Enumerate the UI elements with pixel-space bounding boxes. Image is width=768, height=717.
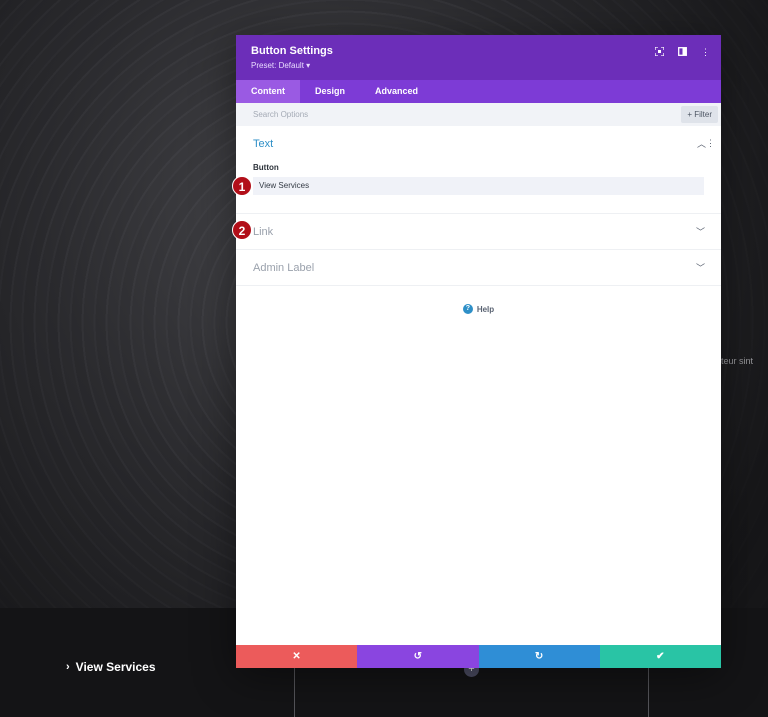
- section-link-header[interactable]: Link ﹀: [236, 214, 721, 249]
- fullscreen-icon[interactable]: [654, 46, 665, 58]
- tab-design[interactable]: Design: [300, 80, 360, 103]
- section-text-header[interactable]: Text ︿ ⋮: [236, 126, 721, 161]
- tab-bar: Content Design Advanced: [236, 80, 721, 103]
- section-link: Link ﹀: [236, 214, 721, 250]
- chevron-up-icon[interactable]: ︿: [697, 137, 706, 150]
- background-body-text: pteur sint: [716, 356, 754, 366]
- more-options-icon[interactable]: ⋮: [700, 47, 711, 58]
- chevron-right-icon: ›: [66, 661, 70, 673]
- section-text: Text ︿ ⋮ Button View Services: [236, 126, 721, 214]
- button-settings-modal: Button Settings Preset: Default ▾ ⋮ Cont…: [236, 35, 721, 668]
- section-admin-label: Admin Label ﹀: [236, 250, 721, 286]
- modal-header: Button Settings Preset: Default ▾ ⋮: [236, 35, 721, 80]
- checkmark-icon: ✔: [656, 651, 665, 662]
- help-icon: ?: [462, 304, 473, 314]
- view-services-link[interactable]: › View Services: [66, 660, 156, 674]
- section-admin-title: Admin Label: [253, 261, 315, 274]
- modal-title: Button Settings: [251, 45, 333, 57]
- search-input[interactable]: Search Options: [253, 110, 308, 119]
- cancel-button[interactable]: ✕: [236, 645, 358, 668]
- redo-button[interactable]: ↻: [478, 645, 600, 668]
- filter-button[interactable]: + Filter: [681, 106, 718, 123]
- save-button[interactable]: ✔: [599, 645, 721, 668]
- preset-selector[interactable]: Preset: Default ▾: [251, 61, 706, 70]
- tab-content[interactable]: Content: [236, 80, 300, 103]
- step-marker-2: 2: [232, 220, 252, 240]
- divider-line: [648, 668, 649, 717]
- chevron-down-icon[interactable]: ﹀: [696, 261, 705, 274]
- undo-icon: ↺: [413, 651, 423, 662]
- undo-button[interactable]: ↺: [357, 645, 479, 668]
- chevron-down-icon[interactable]: ﹀: [696, 225, 705, 238]
- button-text-field[interactable]: View Services: [253, 177, 704, 195]
- redo-icon: ↻: [534, 651, 544, 662]
- step-marker-1: 1: [232, 176, 252, 196]
- section-link-title: Link: [253, 225, 274, 238]
- close-icon: ✕: [292, 651, 301, 662]
- section-text-title: Text: [253, 137, 274, 150]
- modal-footer: ✕ ↺ ↻ ✔: [236, 645, 721, 668]
- search-options-bar: Search Options + Filter: [236, 103, 721, 126]
- tab-advanced[interactable]: Advanced: [360, 80, 433, 103]
- section-admin-header[interactable]: Admin Label ﹀: [236, 250, 721, 285]
- section-more-icon[interactable]: ⋮: [706, 138, 715, 149]
- divider-line: [294, 668, 295, 717]
- split-view-icon[interactable]: [677, 47, 688, 58]
- help-label: Help: [476, 304, 495, 314]
- view-services-label: View Services: [75, 660, 156, 674]
- help-link[interactable]: ? Help: [236, 304, 721, 314]
- button-text-label: Button: [253, 163, 279, 172]
